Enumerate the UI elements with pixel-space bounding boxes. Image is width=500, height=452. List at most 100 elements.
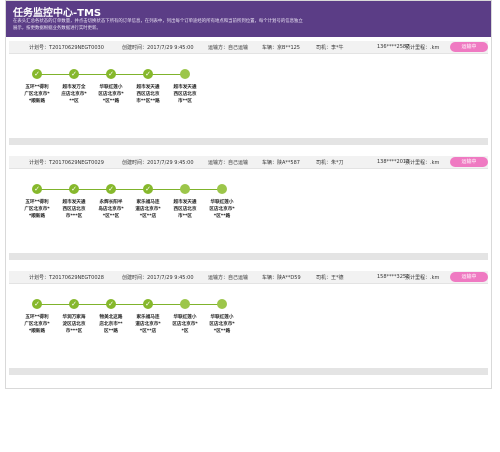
plan-number-label: 计划号： [29, 45, 50, 51]
plan-number: 计划号：T20170629NEGT0030 [29, 44, 104, 51]
stop-label: 华联红莲小区店北京市**区**路 [209, 315, 235, 334]
page-header: 任务监控中心-TMS 在表头汇总各状态的订单数量，并点击切换状态下所有的订单信息… [6, 1, 491, 37]
plan-number-value: T20170629NEGT0030 [49, 45, 104, 51]
stop-label: 家乐福马连道店北京市**区**店 [135, 315, 161, 334]
stop-label: 超市发天通西区店北京市**区 [173, 85, 197, 104]
route-line [37, 189, 222, 190]
created-time: 创建时间：2017/7/29 9:45:00 [122, 44, 194, 51]
mileage-label: 预计里程： [405, 160, 431, 166]
stop-label: 物美北这路店北京市**区**路 [99, 315, 123, 334]
stop-label: 华联红莲小区店北京市**区**路 [209, 200, 235, 219]
carrier: 运输方：自己运输 [208, 44, 248, 51]
page-description: 在表头汇总各状态的订单数量，并点击切换状态下所有的订单信息，在列表中，列出每个订… [13, 19, 303, 31]
status-button[interactable]: 运输中 [450, 157, 488, 167]
checkmark-icon: ✓ [106, 184, 116, 194]
stop-label: 超市发天通西区店北京市***区 [62, 200, 86, 219]
stop-label: 五环**得利广区北京市**顺新路 [24, 200, 50, 219]
plan-number-label: 计划号： [29, 275, 50, 281]
stop-label: 华润万家海淀区店北京市***区 [62, 315, 86, 334]
driver: 司机：朱*刀 [316, 159, 344, 166]
plan-card: 计划号：T20170629NEGT0030 创建时间：2017/7/29 9:45… [9, 41, 488, 141]
circle-icon [217, 299, 227, 309]
created-time-label: 创建时间： [122, 160, 148, 166]
stop-label: 超市发万全庄店北京市***区 [61, 85, 87, 104]
mileage: 预计里程：.km [405, 159, 439, 166]
created-time-label: 创建时间： [122, 275, 148, 281]
checkmark-icon: ✓ [106, 69, 116, 79]
card-separator [9, 138, 488, 145]
plan-number-value: T20170629NEGT0028 [49, 275, 104, 281]
driver-label: 司机： [316, 275, 332, 281]
carrier: 运输方：自己运输 [208, 159, 248, 166]
route-line [37, 304, 222, 305]
plan-number-value: T20170629NEGT0029 [49, 160, 104, 166]
vehicle-label: 车辆： [262, 160, 278, 166]
mileage-value: .km [430, 160, 440, 166]
stop-label: 五环**得利广区北京市**顺新路 [24, 315, 50, 334]
plan-card-header: 计划号：T20170629NEGT0029 创建时间：2017/7/29 9:45… [9, 156, 488, 169]
plan-card: 计划号：T20170629NEGT0029 创建时间：2017/7/29 9:45… [9, 156, 488, 256]
created-time: 创建时间：2017/7/29 9:45:00 [122, 274, 194, 281]
vehicle: 车辆：陕A**587 [262, 159, 300, 166]
plan-number-label: 计划号： [29, 160, 50, 166]
stop-label: 超市发天通西区店北京市**区 [173, 200, 197, 219]
checkmark-icon: ✓ [143, 299, 153, 309]
driver-label: 司机： [316, 160, 332, 166]
driver: 司机：王*德 [316, 274, 344, 281]
page-title: 任务监控中心-TMS [13, 8, 102, 19]
driver-value: 李*牛 [331, 45, 344, 51]
checkmark-icon: ✓ [69, 184, 79, 194]
checkmark-icon: ✓ [69, 299, 79, 309]
vehicle-label: 车辆： [262, 45, 278, 51]
mileage-value: .km [430, 45, 440, 51]
created-time-label: 创建时间： [122, 45, 148, 51]
circle-icon [217, 184, 227, 194]
mileage: 预计里程：.km [405, 44, 439, 51]
checkmark-icon: ✓ [106, 299, 116, 309]
carrier-label: 运输方： [208, 160, 229, 166]
created-time: 创建时间：2017/7/29 9:45:00 [122, 159, 194, 166]
mileage-label: 预计里程： [405, 275, 431, 281]
status-button[interactable]: 运输中 [450, 272, 488, 282]
driver-label: 司机： [316, 45, 332, 51]
driver-value: 朱*刀 [331, 160, 344, 166]
created-time-value: 2017/7/29 9:45:00 [147, 45, 194, 51]
created-time-value: 2017/7/29 9:45:00 [147, 275, 194, 281]
circle-icon [180, 299, 190, 309]
checkmark-icon: ✓ [69, 69, 79, 79]
carrier: 运输方：自己运输 [208, 274, 248, 281]
card-separator [9, 368, 488, 375]
vehicle-label: 车辆： [262, 275, 278, 281]
stop-label: 华联红莲小区店北京市**区 [172, 315, 198, 334]
carrier-value: 自己运输 [228, 160, 249, 166]
carrier-value: 自己运输 [228, 45, 249, 51]
checkmark-icon: ✓ [143, 184, 153, 194]
vehicle: 车辆：陕A**D59 [262, 274, 301, 281]
vehicle: 车辆：京B**125 [262, 44, 300, 51]
dashboard-panel: 任务监控中心-TMS 在表头汇总各状态的订单数量，并点击切换状态下所有的订单信息… [5, 0, 492, 389]
circle-icon [180, 184, 190, 194]
stop-label: 超市发天通西区店北京市**区**路 [136, 85, 160, 104]
carrier-label: 运输方： [208, 275, 229, 281]
vehicle-value: 京B**125 [277, 45, 300, 51]
stop-label: 华联红莲小区店北京市**区**路 [98, 85, 124, 104]
vehicle-value: 陕A**587 [277, 160, 300, 166]
carrier-value: 自己运输 [228, 275, 249, 281]
circle-icon [180, 69, 190, 79]
mileage-value: .km [430, 275, 440, 281]
card-separator [9, 253, 488, 260]
stop-label: 家乐福马连道店北京市**区**店 [135, 200, 161, 219]
stop-label: 永辉长阳半岛店北京市**区**区 [98, 200, 124, 219]
status-button[interactable]: 运输中 [450, 42, 488, 52]
carrier-label: 运输方： [208, 45, 229, 51]
plan-card-header: 计划号：T20170629NEGT0028 创建时间：2017/7/29 9:45… [9, 271, 488, 284]
checkmark-icon: ✓ [143, 69, 153, 79]
vehicle-value: 陕A**D59 [277, 275, 301, 281]
checkmark-icon: ✓ [32, 184, 42, 194]
driver: 司机：李*牛 [316, 44, 344, 51]
driver-value: 王*德 [331, 275, 344, 281]
plan-card: 计划号：T20170629NEGT0028 创建时间：2017/7/29 9:45… [9, 271, 488, 371]
plan-number: 计划号：T20170629NEGT0028 [29, 274, 104, 281]
stop-label: 五环**得利广区北京市**顺新路 [24, 85, 50, 104]
mileage-label: 预计里程： [405, 45, 431, 51]
